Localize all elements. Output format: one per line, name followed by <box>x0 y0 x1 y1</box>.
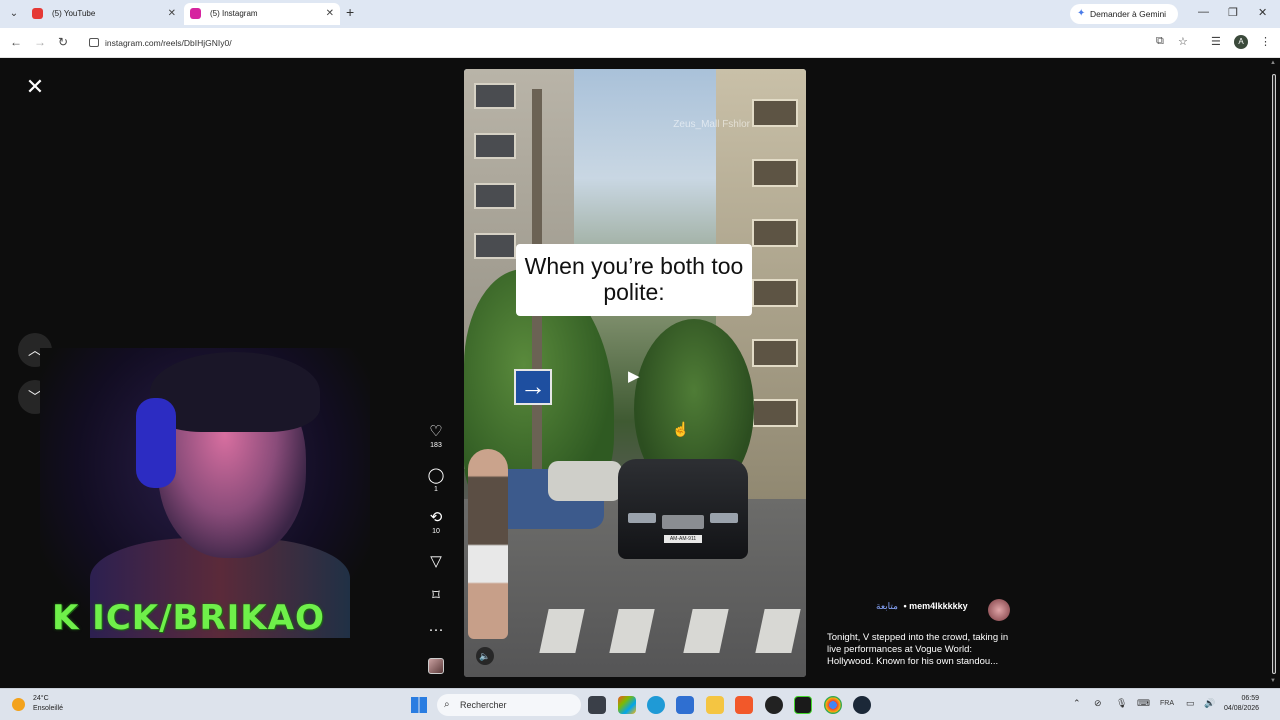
clock[interactable]: 06:59 04/08/2026 <box>1224 694 1259 714</box>
tab-title: (5) YouTube <box>52 9 96 18</box>
task-view-icon[interactable] <box>588 696 606 714</box>
chevron-up-icon[interactable]: ⌃ <box>1073 698 1081 709</box>
separator: • <box>903 601 907 611</box>
author-line: متابعة • mem4lkkkkky <box>876 601 968 617</box>
reels-viewer: ✕ ︿ ﹀ ▲ ▼ K ICK/BRIKAO AM-AM-911 → Zeus_… <box>0 58 1280 688</box>
nvidia-icon[interactable] <box>794 696 812 714</box>
hand-cursor-icon: ☝ <box>672 421 690 437</box>
repost-button[interactable]: ⟲ 10 <box>424 509 448 536</box>
scrollbar-thumb[interactable] <box>1272 74 1276 674</box>
date: 04/08/2026 <box>1224 705 1260 712</box>
taskbar-search[interactable]: ⌕ Rechercher <box>437 694 581 716</box>
close-icon[interactable]: ✕ <box>326 3 334 25</box>
restore-button[interactable]: ❐ <box>1228 6 1238 19</box>
play-icon[interactable]: ▶ <box>628 367 640 385</box>
keyboard-icon[interactable]: ⌨ <box>1137 698 1150 709</box>
send-icon: ▽ <box>430 553 442 570</box>
weather-temperature[interactable]: 24°C <box>33 695 49 702</box>
monitor-icon[interactable]: ▭ <box>1186 698 1195 709</box>
address-bar[interactable]: instagram.com/reels/DbIHjGNIy0/ <box>84 32 1184 54</box>
close-window-button[interactable]: ✕ <box>1258 6 1267 19</box>
tab-youtube[interactable]: (5) YouTube ✕ <box>26 3 182 25</box>
profile-avatar[interactable]: A <box>1234 35 1248 49</box>
bookmark-star-icon[interactable]: ☆ <box>1178 35 1188 48</box>
reload-button[interactable]: ↻ <box>58 35 68 49</box>
tab-title: (5) Instagram <box>210 9 258 18</box>
author-name[interactable]: mem4lkkkkky <box>909 601 968 611</box>
webcam-overlay: K ICK/BRIKAO <box>40 308 370 668</box>
weather-description[interactable]: Ensoleillé <box>33 705 63 712</box>
edge-icon[interactable] <box>647 696 665 714</box>
tab-search-dropdown-icon[interactable]: ⌄ <box>6 6 22 22</box>
speaker-icon[interactable]: 🔊 <box>1204 698 1215 709</box>
repost-count: 10 <box>432 528 440 535</box>
bookmark-icon: ⌑ <box>432 587 440 604</box>
parked-car-white <box>548 461 622 501</box>
audio-thumbnail[interactable] <box>428 658 444 674</box>
language-indicator[interactable]: FRA <box>1160 700 1174 707</box>
tab-strip: ⌄ (5) YouTube ✕ (5) Instagram ✕ + ✦ Dema… <box>0 0 1280 28</box>
gemini-button[interactable]: ✦ Demander à Gemini <box>1070 4 1178 24</box>
install-app-icon[interactable]: ⧉ <box>1156 35 1164 48</box>
search-placeholder: Rechercher <box>460 700 507 710</box>
follow-link[interactable]: متابعة <box>876 601 898 611</box>
new-tab-button[interactable]: + <box>346 4 354 20</box>
headset <box>136 398 176 488</box>
tab-instagram[interactable]: (5) Instagram ✕ <box>184 3 340 25</box>
reading-list-icon[interactable]: ☰ <box>1211 35 1221 48</box>
comment-count: 1 <box>434 486 438 493</box>
back-button[interactable]: ← <box>10 35 22 49</box>
scroll-up-icon[interactable]: ▲ <box>1270 60 1276 66</box>
black-sedan: AM-AM-911 <box>618 459 748 559</box>
streamer-channel-text: K ICK/BRIKAO <box>52 598 325 638</box>
more-options-button[interactable]: ··· <box>424 622 448 638</box>
steam-icon[interactable] <box>853 696 871 714</box>
obs-icon[interactable] <box>765 696 783 714</box>
scroll-down-icon[interactable]: ▼ <box>1270 678 1276 684</box>
video-watermark: Zeus_Mall Fshlor <box>673 119 750 130</box>
url-text: instagram.com/reels/DbIHjGNIy0/ <box>105 38 232 48</box>
comment-icon: ◯ <box>427 467 445 484</box>
file-explorer-icon[interactable] <box>706 696 724 714</box>
network-off-icon[interactable]: ⊘ <box>1094 698 1102 709</box>
reel-video[interactable]: AM-AM-911 → Zeus_Mall Fshlor When you’re… <box>464 69 806 677</box>
like-count: 183 <box>430 442 442 449</box>
microphone-icon[interactable]: 🎙 <box>1116 698 1127 709</box>
menu-icon[interactable]: ⋮ <box>1260 35 1271 48</box>
browser-toolbar: ← → ↻ instagram.com/reels/DbIHjGNIy0/ ⧉ … <box>0 28 1280 58</box>
more-icon: ··· <box>428 621 444 638</box>
site-info-icon[interactable] <box>89 38 99 47</box>
time: 06:59 <box>1241 695 1260 702</box>
gemini-icon: ✦ <box>1077 8 1086 19</box>
copilot-icon[interactable] <box>618 696 636 714</box>
windows-taskbar: 24°C Ensoleillé ⌕ Rechercher ⌃ ⊘ 🎙 ⌨ FRA… <box>0 688 1280 720</box>
author-avatar[interactable] <box>988 599 1010 621</box>
page-scrollbar[interactable]: ▲ ▼ <box>1270 58 1278 688</box>
mute-icon[interactable]: 🔈 <box>476 647 494 665</box>
brave-icon[interactable] <box>735 696 753 714</box>
arrow-sign-icon: → <box>514 369 552 405</box>
close-icon[interactable]: ✕ <box>168 3 176 25</box>
video-caption: When you’re both too polite: <box>516 244 752 316</box>
sun-icon[interactable] <box>12 698 25 711</box>
forward-button[interactable]: → <box>34 35 46 49</box>
close-icon[interactable]: ✕ <box>24 76 46 98</box>
reel-description[interactable]: Tonight, V stepped into the crowd, takin… <box>827 632 1017 668</box>
gemini-label: Demander à Gemini <box>1090 9 1167 19</box>
comment-button[interactable]: ◯ 1 <box>424 467 448 494</box>
instagram-icon <box>190 8 201 19</box>
store-icon[interactable] <box>676 696 694 714</box>
search-icon: ⌕ <box>444 699 450 710</box>
like-button[interactable]: ♡ 183 <box>424 423 448 450</box>
repost-icon: ⟲ <box>429 509 443 526</box>
youtube-icon <box>32 8 43 19</box>
heart-icon: ♡ <box>429 423 443 440</box>
chrome-icon[interactable] <box>824 696 842 714</box>
share-button[interactable]: ▽ <box>424 554 448 570</box>
minimize-button[interactable]: — <box>1198 6 1209 18</box>
windows-start-icon[interactable] <box>411 697 427 713</box>
pedestrian <box>468 449 508 639</box>
save-button[interactable]: ⌑ <box>424 588 448 604</box>
